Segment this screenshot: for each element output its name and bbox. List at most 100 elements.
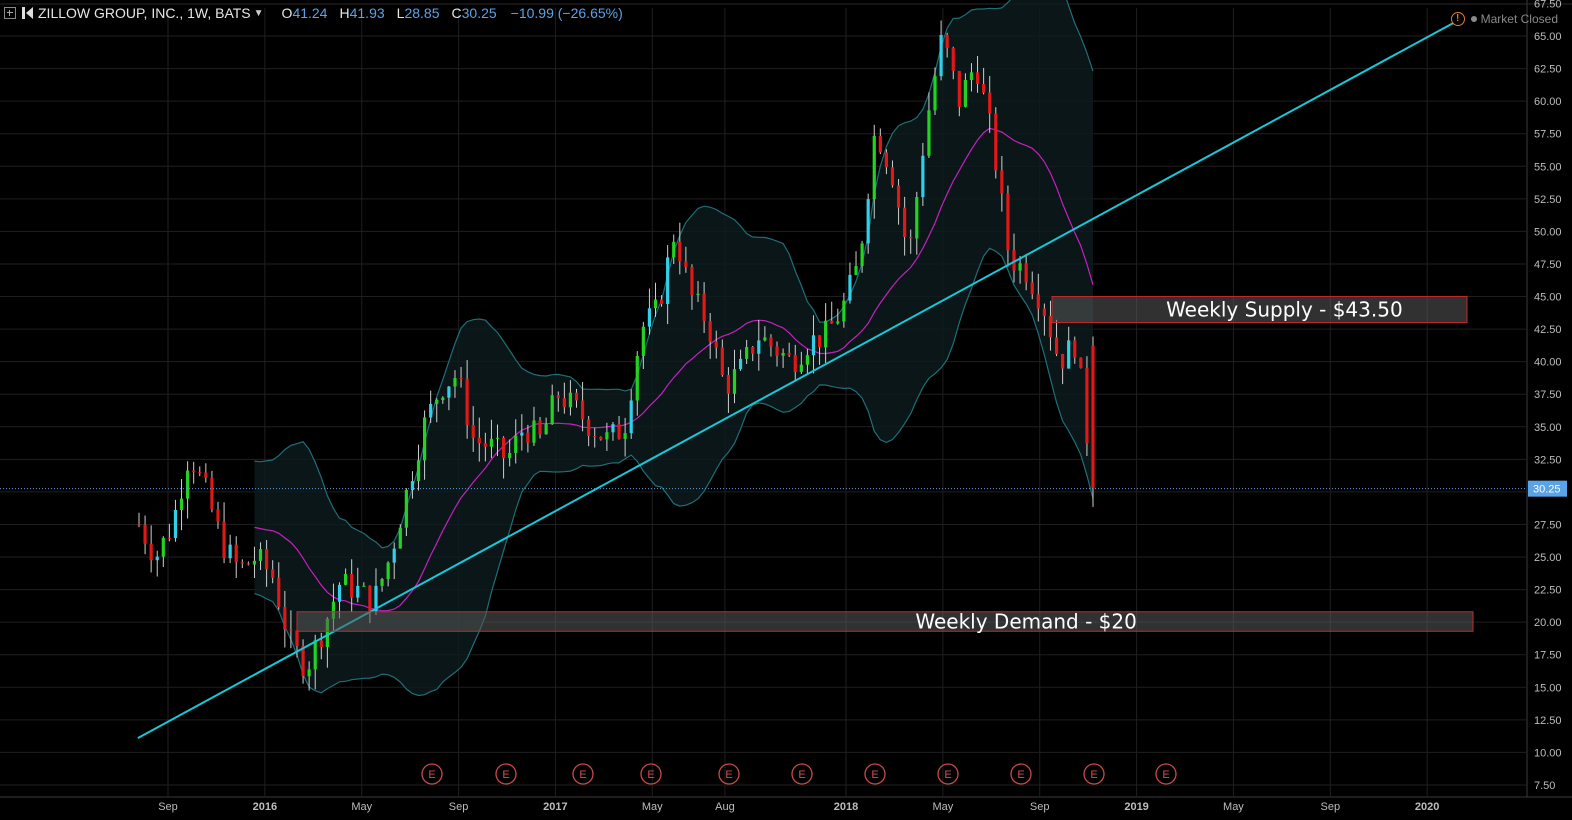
candle-body[interactable] (580, 400, 585, 420)
candle-body[interactable] (301, 646, 305, 677)
candle-body[interactable] (1006, 193, 1010, 251)
candle-body[interactable] (751, 347, 755, 354)
candle-body[interactable] (161, 537, 165, 557)
candle-body[interactable] (726, 375, 731, 394)
candle-body[interactable] (295, 630, 299, 647)
candle-body[interactable] (848, 274, 852, 301)
candle-body[interactable] (896, 185, 901, 208)
candle-body[interactable] (617, 424, 621, 439)
candle-body[interactable] (903, 207, 907, 238)
candle-body[interactable] (769, 337, 773, 347)
candle-body[interactable] (872, 135, 876, 200)
candle-body[interactable] (720, 347, 724, 376)
candle-body[interactable] (429, 403, 433, 418)
candle-body[interactable] (994, 113, 998, 171)
candle-body[interactable] (210, 477, 214, 510)
candle-body[interactable] (568, 392, 573, 408)
candle-body[interactable] (307, 669, 311, 677)
candle-body[interactable] (289, 629, 293, 631)
candle-body[interactable] (982, 83, 986, 93)
candle-body[interactable] (1054, 337, 1059, 355)
candle-body[interactable] (392, 548, 396, 563)
candle-body[interactable] (240, 562, 244, 564)
chart[interactable]: 7.50 10.00 12.50 15.00 17.50 20.00 22.50 25.00 2… (0, 0, 1572, 820)
candle-body[interactable] (909, 237, 913, 239)
candle-body[interactable] (824, 320, 828, 348)
candle-body[interactable] (149, 543, 153, 561)
candle-body[interactable] (508, 453, 512, 459)
candle-body[interactable] (817, 335, 822, 348)
candle-body[interactable] (398, 527, 402, 549)
candle-body[interactable] (252, 560, 257, 565)
candle-body[interactable] (1036, 294, 1040, 309)
candle-body[interactable] (666, 257, 670, 304)
candle-body[interactable] (574, 392, 579, 401)
candle-body[interactable] (265, 549, 269, 570)
candle-body[interactable] (173, 509, 178, 539)
candle-body[interactable] (1085, 367, 1089, 444)
candle-body[interactable] (884, 152, 889, 168)
candle-body[interactable] (945, 34, 949, 49)
candle-body[interactable] (1067, 340, 1071, 369)
candle-body[interactable] (283, 606, 287, 630)
candle-body[interactable] (350, 573, 354, 598)
candle-body[interactable] (587, 419, 591, 437)
candle-body[interactable] (690, 267, 694, 296)
candle-body[interactable] (702, 293, 706, 322)
candle-body[interactable] (927, 110, 931, 156)
candle-body[interactable] (234, 544, 238, 563)
candle-body[interactable] (599, 436, 603, 440)
candle-body[interactable] (647, 308, 652, 327)
candle-body[interactable] (1000, 170, 1004, 194)
price-chart[interactable]: 7.50 10.00 12.50 15.00 17.50 20.00 22.50 25.00 2… (0, 0, 1572, 820)
candle-body[interactable] (714, 341, 718, 348)
candle-body[interactable] (137, 524, 141, 526)
candle-body[interactable] (781, 352, 785, 356)
candle-body[interactable] (544, 424, 548, 435)
candle-body[interactable] (368, 585, 372, 612)
candle-body[interactable] (343, 573, 348, 585)
warning-icon[interactable]: ! (1450, 12, 1465, 26)
candle-body[interactable] (1091, 345, 1095, 489)
candle-body[interactable] (799, 364, 803, 372)
candle-body[interactable] (404, 490, 408, 528)
candle-body[interactable] (198, 472, 202, 474)
candle-body[interactable] (951, 48, 955, 71)
candle-body[interactable] (416, 460, 421, 482)
candle-body[interactable] (228, 544, 232, 559)
candle-body[interactable] (757, 340, 761, 354)
candle-body[interactable] (836, 321, 840, 324)
candle-body[interactable] (1079, 357, 1083, 368)
candle-body[interactable] (1024, 263, 1028, 283)
candle-body[interactable] (1061, 354, 1065, 369)
candle-body[interactable] (501, 437, 506, 459)
candle-body[interactable] (957, 70, 961, 107)
candle-body[interactable] (763, 337, 767, 341)
candle-body[interactable] (143, 524, 147, 544)
candle-body[interactable] (489, 438, 494, 447)
candle-body[interactable] (538, 420, 542, 435)
candle-body[interactable] (246, 563, 250, 565)
candle-body[interactable] (684, 261, 688, 268)
candle-body[interactable] (277, 577, 281, 607)
candle-body[interactable] (526, 432, 530, 443)
candle-body[interactable] (186, 470, 190, 499)
candle-body[interactable] (441, 397, 445, 400)
candle-body[interactable] (514, 435, 518, 454)
candle-body[interactable] (629, 400, 633, 434)
candle-body[interactable] (313, 640, 317, 670)
candle-body[interactable] (435, 399, 439, 404)
candle-body[interactable] (708, 321, 712, 342)
candle-body[interactable] (483, 443, 487, 447)
candle-body[interactable] (988, 92, 992, 114)
candle-body[interactable] (520, 432, 524, 436)
candle-body[interactable] (830, 320, 834, 324)
candle-body[interactable] (641, 326, 645, 356)
candle-body[interactable] (842, 300, 846, 322)
chevron-down-icon[interactable]: ▼ (254, 8, 264, 19)
candle-body[interactable] (623, 433, 627, 439)
candle-body[interactable] (204, 472, 208, 478)
candle-body[interactable] (465, 378, 469, 425)
candle-body[interactable] (866, 199, 870, 244)
candle-body[interactable] (878, 135, 882, 153)
